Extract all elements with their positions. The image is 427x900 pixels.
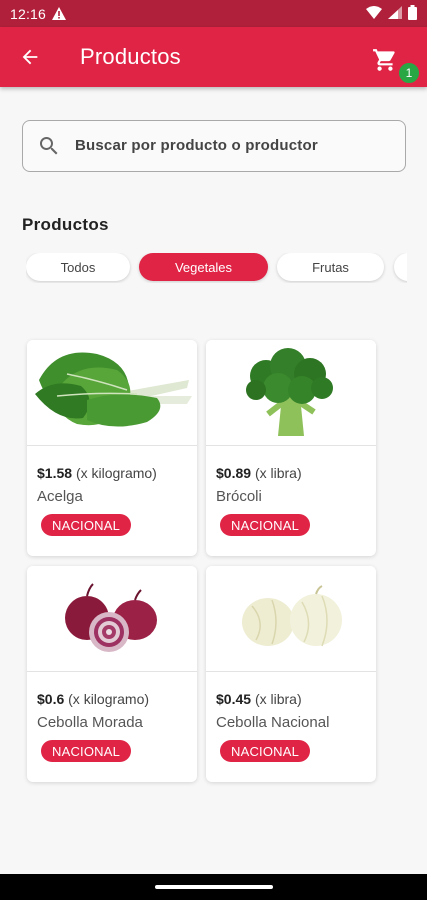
cart-count-badge: 1 [398, 62, 420, 84]
search-input[interactable]: Buscar por producto o productor [22, 120, 406, 172]
status-bar: 12:16 [0, 0, 427, 27]
signal-icon [388, 5, 402, 22]
price-line: $0.6 (x kilogramo) [37, 691, 149, 707]
product-price: $0.89 [216, 465, 252, 481]
cart-button[interactable] [368, 43, 402, 77]
product-card[interactable]: $0.89 (x libra) Brócoli NACIONAL [206, 340, 376, 556]
product-price: $0.6 [37, 691, 65, 707]
shopping-cart-icon [373, 49, 395, 71]
product-unit: (x libra) [254, 691, 302, 707]
status-time: 12:16 [10, 5, 47, 22]
white-onion-image [206, 566, 376, 672]
product-name: Cebolla Nacional [216, 714, 330, 731]
product-card[interactable]: $0.45 (x libra) Cebolla Nacional NACIONA… [206, 566, 376, 782]
product-card[interactable]: $0.6 (x kilogramo) Cebolla Morada NACION… [27, 566, 197, 782]
red-onion-image [27, 566, 197, 672]
page-title: Productos [80, 44, 181, 69]
battery-icon [408, 4, 417, 23]
app-bar: Productos 1 [0, 27, 427, 87]
chip-todos[interactable]: Todos [26, 253, 130, 281]
back-button[interactable] [14, 41, 46, 73]
origin-badge: NACIONAL [220, 514, 311, 536]
price-line: $1.58 (x kilogramo) [37, 465, 157, 481]
section-title: Productos [22, 215, 109, 234]
broccoli-image [206, 340, 376, 446]
origin-badge: NACIONAL [41, 740, 132, 762]
category-tabs: Todos Vegetales Frutas [26, 253, 407, 283]
product-card[interactable]: $1.58 (x kilogramo) Acelga NACIONAL [27, 340, 197, 556]
chip-more[interactable] [394, 253, 407, 281]
warning-icon [52, 7, 67, 20]
price-line: $0.45 (x libra) [216, 691, 302, 707]
chip-frutas[interactable]: Frutas [277, 253, 384, 281]
product-unit: (x kilogramo) [75, 465, 157, 481]
arrow-back-icon [22, 49, 38, 65]
product-unit: (x kilogramo) [68, 691, 150, 707]
wifi-icon [366, 5, 382, 22]
product-name: Acelga [37, 488, 83, 505]
origin-badge: NACIONAL [220, 740, 311, 762]
product-name: Brócoli [216, 488, 262, 505]
home-gesture-handle[interactable] [155, 885, 273, 889]
origin-badge: NACIONAL [41, 514, 132, 536]
product-name: Cebolla Morada [37, 714, 143, 731]
search-placeholder: Buscar por producto o productor [75, 137, 318, 154]
chip-vegetales[interactable]: Vegetales [139, 253, 268, 281]
product-price: $1.58 [37, 465, 73, 481]
chard-image [27, 340, 197, 446]
product-unit: (x libra) [254, 465, 302, 481]
search-icon [40, 137, 58, 155]
price-line: $0.89 (x libra) [216, 465, 302, 481]
system-nav-bar [0, 874, 427, 900]
product-price: $0.45 [216, 691, 252, 707]
